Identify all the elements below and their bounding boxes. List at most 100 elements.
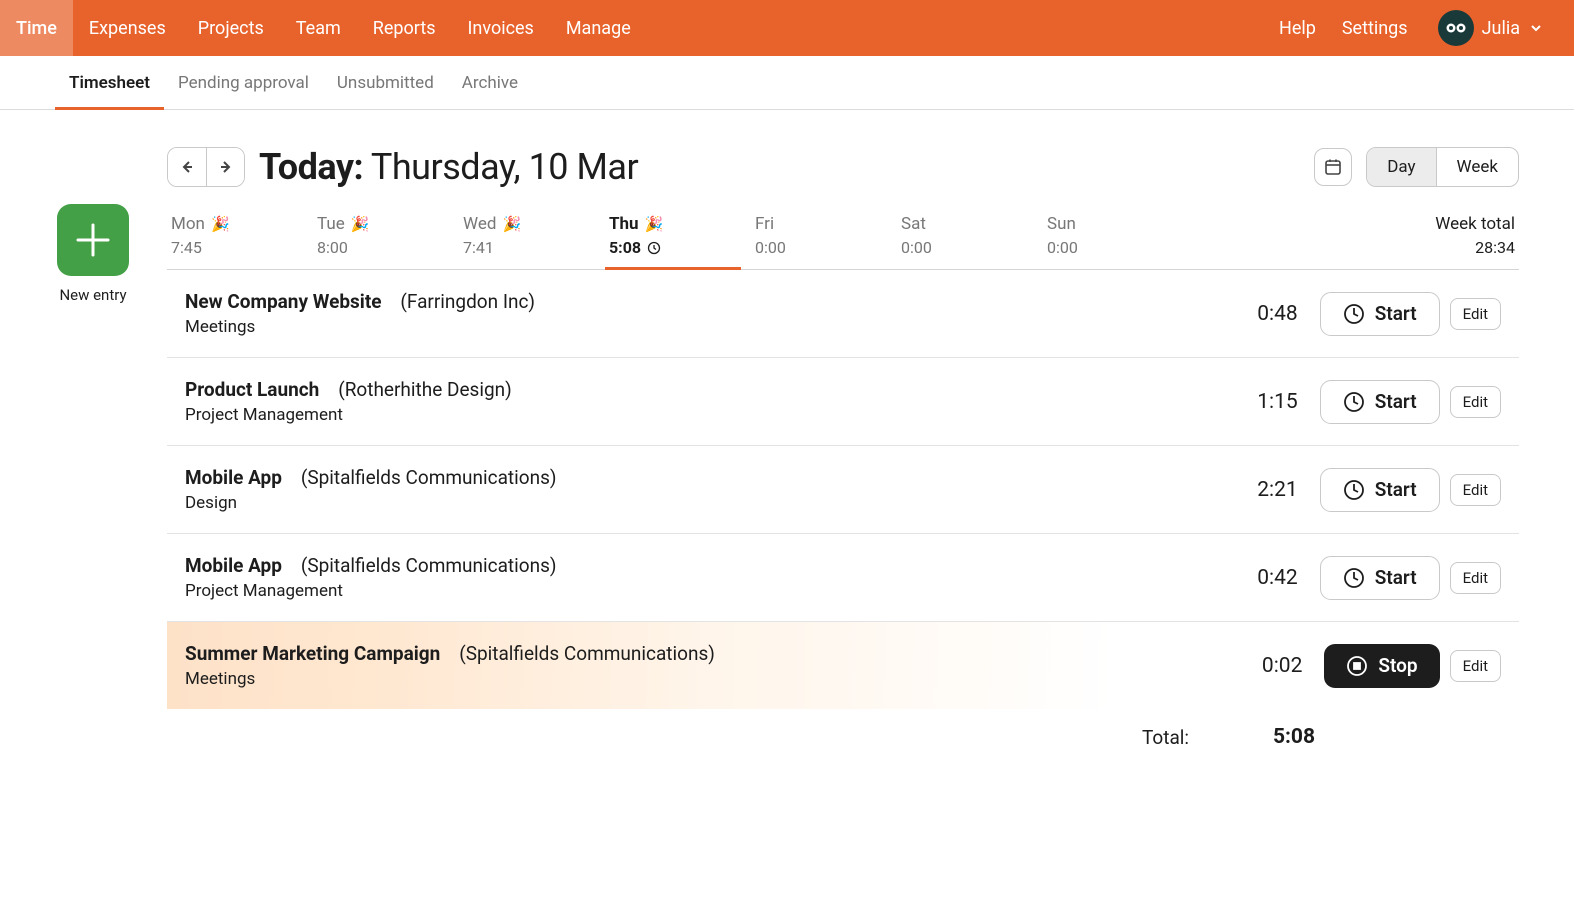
entry-time: 1:15 [1200, 390, 1320, 414]
view-toggle: Day Week [1366, 147, 1519, 187]
avatar-eyes-icon [1444, 22, 1468, 34]
edit-button[interactable]: Edit [1450, 650, 1501, 682]
calendar-button[interactable] [1314, 148, 1352, 186]
timesheet-header: Today: Thursday, 10 Mar Day Week [167, 146, 1519, 188]
day-hours: 7:41 [463, 238, 601, 257]
day-label: Mon [171, 214, 205, 234]
nav-team[interactable]: Team [280, 0, 357, 56]
day-label: Tue [317, 214, 345, 234]
start-button-label: Start [1375, 302, 1417, 325]
week-total-label: Week total [1435, 214, 1515, 234]
arrow-left-icon [179, 159, 195, 175]
day-label: Wed [463, 214, 496, 234]
day-label: Fri [755, 214, 774, 234]
user-name: Julia [1482, 18, 1520, 39]
view-day-button[interactable]: Day [1367, 148, 1435, 186]
confetti-icon: 🎉 [645, 215, 664, 233]
confetti-icon: 🎉 [502, 215, 521, 233]
entry-time: 0:42 [1200, 566, 1320, 590]
entry-info: New Company Website (Farringdon Inc) Mee… [185, 290, 1200, 337]
entry-row: Summer Marketing Campaign (Spitalfields … [167, 622, 1519, 709]
new-entry-label: New entry [59, 286, 126, 304]
stop-circle-icon [1346, 655, 1368, 677]
nav-settings[interactable]: Settings [1338, 18, 1412, 39]
start-button-label: Start [1375, 390, 1417, 413]
nav-invoices[interactable]: Invoices [452, 0, 550, 56]
entry-time: 0:02 [1204, 654, 1324, 678]
entries-list: New Company Website (Farringdon Inc) Mee… [167, 270, 1519, 709]
day-cell-fri[interactable]: Fri 0:00 [751, 210, 897, 269]
day-cell-wed[interactable]: Wed 🎉 7:41 [459, 210, 605, 269]
subtabs: Timesheet Pending approval Unsubmitted A… [0, 56, 1574, 110]
confetti-icon: 🎉 [351, 215, 370, 233]
content-column: Today: Thursday, 10 Mar Day Week Mon🎉 7:… [167, 146, 1519, 749]
entry-row: Mobile App (Spitalfields Communications)… [167, 534, 1519, 622]
subtab-archive[interactable]: Archive [448, 56, 532, 109]
top-navbar-right: Help Settings Julia [1275, 0, 1574, 56]
day-hours: 5:08 [609, 238, 641, 257]
entry-project: Mobile App [185, 466, 282, 489]
day-label: Sat [901, 214, 926, 234]
entry-row: Mobile App (Spitalfields Communications)… [167, 446, 1519, 534]
entry-task: Meetings [185, 669, 1204, 689]
arrow-right-icon [218, 159, 234, 175]
nav-expenses[interactable]: Expenses [73, 0, 182, 56]
entry-project: Product Launch [185, 378, 319, 401]
subtab-pending-approval[interactable]: Pending approval [164, 56, 323, 109]
top-navbar: Time Expenses Projects Team Reports Invo… [0, 0, 1574, 56]
entry-task: Design [185, 493, 1200, 513]
subtab-unsubmitted[interactable]: Unsubmitted [323, 56, 448, 109]
today-prefix: Today: [259, 146, 363, 188]
stop-button-label: Stop [1378, 654, 1417, 677]
prev-day-button[interactable] [168, 148, 206, 186]
week-total-cell: Week total 28:34 [1431, 210, 1519, 269]
start-button[interactable]: Start [1320, 556, 1440, 600]
day-cell-thu[interactable]: Thu 🎉 5:08 [605, 210, 751, 269]
day-hours: 0:00 [755, 238, 893, 257]
new-entry-button[interactable] [57, 204, 129, 276]
start-button-label: Start [1375, 566, 1417, 589]
entry-client: (Spitalfields Communications) [301, 554, 557, 577]
start-button[interactable]: Start [1320, 292, 1440, 336]
day-label: Thu [609, 214, 639, 234]
day-hours: 0:00 [1047, 238, 1185, 257]
day-cell-sat[interactable]: Sat 0:00 [897, 210, 1043, 269]
chevron-down-icon [1528, 20, 1544, 36]
edit-button[interactable]: Edit [1450, 474, 1501, 506]
week-day-strip: Mon🎉 7:45 Tue🎉 8:00 Wed🎉 7:41 Thu🎉 5:08 … [167, 210, 1519, 270]
nav-projects[interactable]: Projects [182, 0, 280, 56]
entry-client: (Farringdon Inc) [400, 290, 535, 313]
stop-button[interactable]: Stop [1324, 644, 1439, 688]
clock-icon [1343, 391, 1365, 413]
edit-button[interactable]: Edit [1450, 298, 1501, 330]
nav-time[interactable]: Time [0, 0, 73, 56]
day-cell-mon[interactable]: Mon🎉 7:45 [167, 210, 313, 269]
total-row: Total: 5:08 [167, 709, 1519, 749]
nav-help[interactable]: Help [1275, 18, 1320, 39]
entry-info: Mobile App (Spitalfields Communications)… [185, 466, 1200, 513]
nav-reports[interactable]: Reports [357, 0, 452, 56]
entry-project: New Company Website [185, 290, 382, 313]
entry-task: Meetings [185, 317, 1200, 337]
user-menu[interactable]: Julia [1430, 10, 1544, 46]
entry-task: Project Management [185, 405, 1200, 425]
start-button-label: Start [1375, 478, 1417, 501]
entry-row: Product Launch (Rotherhithe Design) Proj… [167, 358, 1519, 446]
start-button[interactable]: Start [1320, 468, 1440, 512]
date-text: Thursday, 10 Mar [363, 146, 638, 188]
day-cell-sun[interactable]: Sun 0:00 [1043, 210, 1189, 269]
start-button[interactable]: Start [1320, 380, 1440, 424]
edit-button[interactable]: Edit [1450, 386, 1501, 418]
edit-button[interactable]: Edit [1450, 562, 1501, 594]
view-week-button[interactable]: Week [1436, 148, 1518, 186]
day-hours: 7:45 [171, 238, 309, 257]
subtab-timesheet[interactable]: Timesheet [55, 56, 164, 109]
clock-icon [1343, 567, 1365, 589]
week-total-hours: 28:34 [1435, 238, 1515, 257]
entry-info: Summer Marketing Campaign (Spitalfields … [185, 642, 1204, 689]
nav-manage[interactable]: Manage [550, 0, 647, 56]
day-cell-tue[interactable]: Tue🎉 8:00 [313, 210, 459, 269]
plus-icon [72, 219, 114, 261]
next-day-button[interactable] [206, 148, 244, 186]
entry-info: Product Launch (Rotherhithe Design) Proj… [185, 378, 1200, 425]
